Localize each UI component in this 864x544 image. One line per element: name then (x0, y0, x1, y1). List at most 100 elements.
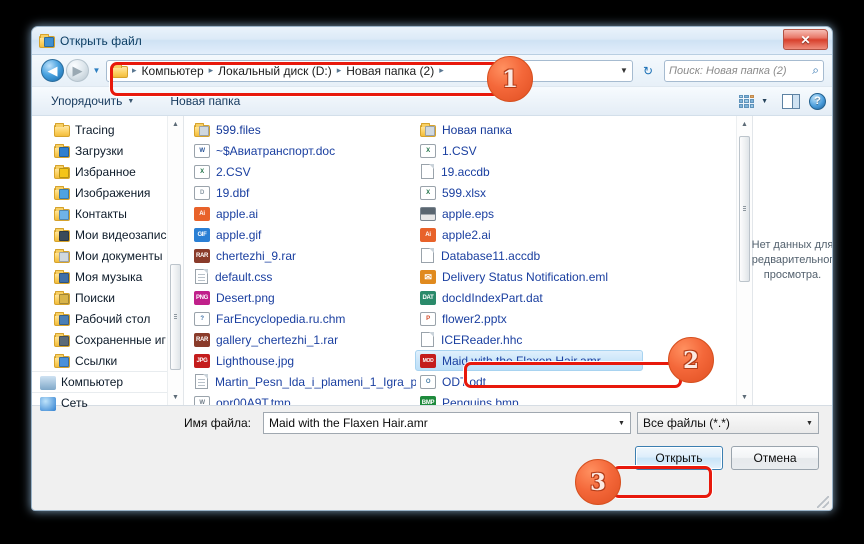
sidebar-item-favorites[interactable]: Избранное (32, 161, 183, 182)
view-mode-caret-icon[interactable]: ▼ (759, 98, 773, 105)
list-item[interactable]: ✉ Delivery Status Notification.eml (416, 266, 678, 287)
breadcrumb-item-current-folder[interactable]: Новая папка (2) (343, 64, 437, 78)
file-list-pane: 599.files W ~$Авиатранспорт.doc X 2.CSV … (184, 116, 752, 405)
scroll-down-icon[interactable]: ▼ (168, 389, 183, 405)
list-item[interactable]: Ai apple.ai (190, 203, 416, 224)
recent-locations-caret-icon[interactable]: ▼ (90, 66, 103, 75)
address-dropdown-caret-icon[interactable]: ▼ (616, 66, 632, 75)
sidebar-item-desktop[interactable]: Рабочий стол (32, 308, 183, 329)
file-name: Новая папка (442, 122, 512, 137)
refresh-icon[interactable]: ↻ (637, 60, 659, 82)
file-name: default.css (215, 269, 273, 284)
forward-button[interactable]: ▶ (66, 59, 89, 82)
organize-button[interactable]: Упорядочить ▼ (44, 91, 141, 111)
sidebar-item-searches[interactable]: Поиски (32, 287, 183, 308)
sidebar-item-pictures[interactable]: Изображения (32, 182, 183, 203)
list-item[interactable]: X 599.xlsx (416, 182, 678, 203)
illustrator-icon: Ai (420, 228, 436, 242)
eps-icon (420, 207, 436, 221)
list-item[interactable]: 599.files (190, 119, 416, 140)
sidebar-item-label: Поиски (75, 290, 115, 305)
filename-input[interactable]: Maid with the Flaxen Hair.amr ▼ (263, 412, 631, 434)
list-item[interactable]: apple.eps (416, 203, 678, 224)
list-item[interactable]: Ai apple2.ai (416, 224, 678, 245)
list-item[interactable]: D 19.dbf (190, 182, 416, 203)
sidebar-item-saved-games[interactable]: Сохраненные иг (32, 329, 183, 350)
file-type-filter[interactable]: Все файлы (*.*) ▼ (637, 412, 819, 434)
cancel-button[interactable]: Отмена (731, 446, 819, 470)
list-item[interactable]: PNG Desert.png (190, 287, 416, 308)
sidebar-scrollbar[interactable]: ▲ ▼ (167, 116, 183, 405)
scroll-up-icon[interactable]: ▲ (737, 116, 752, 132)
list-item[interactable]: Database11.accdb (416, 245, 678, 266)
title-bar: Открыть файл ✕ (32, 27, 832, 55)
list-item[interactable]: RAR chertezhi_9.rar (190, 245, 416, 266)
list-item[interactable]: P flower2.pptx (416, 308, 678, 329)
list-item[interactable]: JPG Lighthouse.jpg (190, 350, 416, 371)
sidebar-item-my-videos[interactable]: Мои видеозапис (32, 224, 183, 245)
sidebar-item-contacts[interactable]: Контакты (32, 203, 183, 224)
dialog-footer: Имя файла: Maid with the Flaxen Hair.amr… (32, 406, 832, 480)
file-name: ICEReader.hhc (441, 332, 523, 347)
screenshot-root: Открыть файл ✕ ◀ ▶ ▼ ▸ Компьютер ▸ Локал… (0, 0, 864, 544)
sidebar-item-links[interactable]: Ссылки (32, 350, 183, 371)
file-name: Maid with the Flaxen Hair.amr (442, 353, 601, 368)
sidebar-item-label: Сохраненные иг (75, 332, 166, 347)
sidebar-item-label: Ссылки (75, 353, 118, 368)
list-item[interactable]: X 1.CSV (416, 140, 678, 161)
list-item[interactable]: W opr00A9T.tmp (190, 392, 416, 405)
address-bar[interactable]: ▸ Компьютер ▸ Локальный диск (D:) ▸ Нова… (106, 59, 633, 82)
odt-icon: O (420, 375, 436, 389)
list-item[interactable]: DAT docIdIndexPart.dat (416, 287, 678, 308)
jpg-icon: JPG (194, 354, 210, 368)
new-folder-button[interactable]: Новая папка (163, 91, 247, 111)
scroll-down-icon[interactable]: ▼ (737, 389, 752, 405)
list-item[interactable]: Martin_Pesn_lda_i_plameni_1_Igra_p... (190, 371, 416, 392)
search-input[interactable]: Поиск: Новая папка (2) ⌕ (664, 59, 824, 82)
chevron-down-icon: ▼ (127, 97, 135, 105)
breadcrumb-item-computer[interactable]: Компьютер (139, 64, 207, 78)
list-item[interactable]: RAR gallery_chertezhi_1.rar (190, 329, 416, 350)
open-button[interactable]: Открыть (635, 446, 723, 470)
sidebar-item-downloads[interactable]: Загрузки (32, 140, 183, 161)
button-row: Открыть Отмена (32, 440, 832, 480)
close-button[interactable]: ✕ (783, 29, 828, 50)
list-item[interactable]: Новая папка (416, 119, 678, 140)
help-icon[interactable]: ? (809, 92, 826, 110)
list-item[interactable]: ? FarEncyclopedia.ru.chm (190, 308, 416, 329)
sidebar-item-my-music[interactable]: Моя музыка (32, 266, 183, 287)
list-item[interactable]: ICEReader.hhc (416, 329, 678, 350)
breadcrumb-item-local-disk[interactable]: Локальный диск (D:) (215, 64, 335, 78)
scroll-up-icon[interactable]: ▲ (168, 116, 183, 132)
sidebar-item-computer[interactable]: Компьютер (32, 371, 183, 392)
view-mode-icon[interactable] (738, 94, 755, 109)
new-folder-label: Новая папка (170, 94, 241, 108)
sidebar-item-tracing[interactable]: Tracing (32, 119, 183, 140)
list-item[interactable]: O ODT.odt (416, 371, 678, 392)
chm-icon: ? (194, 312, 210, 326)
preview-pane-toggle-icon[interactable] (782, 93, 800, 109)
list-item-selected[interactable]: MOD Maid with the Flaxen Hair.amr (415, 350, 643, 371)
file-name: ~$Авиатранспорт.doc (216, 143, 336, 158)
back-button[interactable]: ◀ (41, 59, 64, 82)
sidebar-item-network[interactable]: Сеть (32, 392, 183, 413)
file-name: FarEncyclopedia.ru.chm (216, 311, 346, 326)
excel-icon: X (420, 144, 436, 158)
file-list-scroll-thumb[interactable] (739, 136, 750, 282)
list-item[interactable]: default.css (190, 266, 416, 287)
list-item[interactable]: X 2.CSV (190, 161, 416, 182)
list-item[interactable]: 19.accdb (416, 161, 678, 182)
list-item[interactable]: W ~$Авиатранспорт.doc (190, 140, 416, 161)
generic-file-icon (421, 332, 434, 347)
sidebar-scroll-thumb[interactable] (170, 264, 181, 370)
resize-grip-icon[interactable] (817, 496, 829, 508)
list-item[interactable]: BMP Penguins.bmp (416, 392, 678, 405)
file-name: flower2.pptx (442, 311, 507, 326)
folder-icon (54, 122, 70, 137)
chevron-down-icon[interactable]: ▼ (801, 420, 818, 427)
sidebar-item-my-documents[interactable]: Мои документы (32, 245, 183, 266)
list-item[interactable]: GIF apple.gif (190, 224, 416, 245)
chevron-down-icon[interactable]: ▼ (613, 420, 630, 427)
file-list-scrollbar[interactable]: ▲ ▼ (736, 116, 752, 405)
folder-icon (54, 248, 70, 263)
